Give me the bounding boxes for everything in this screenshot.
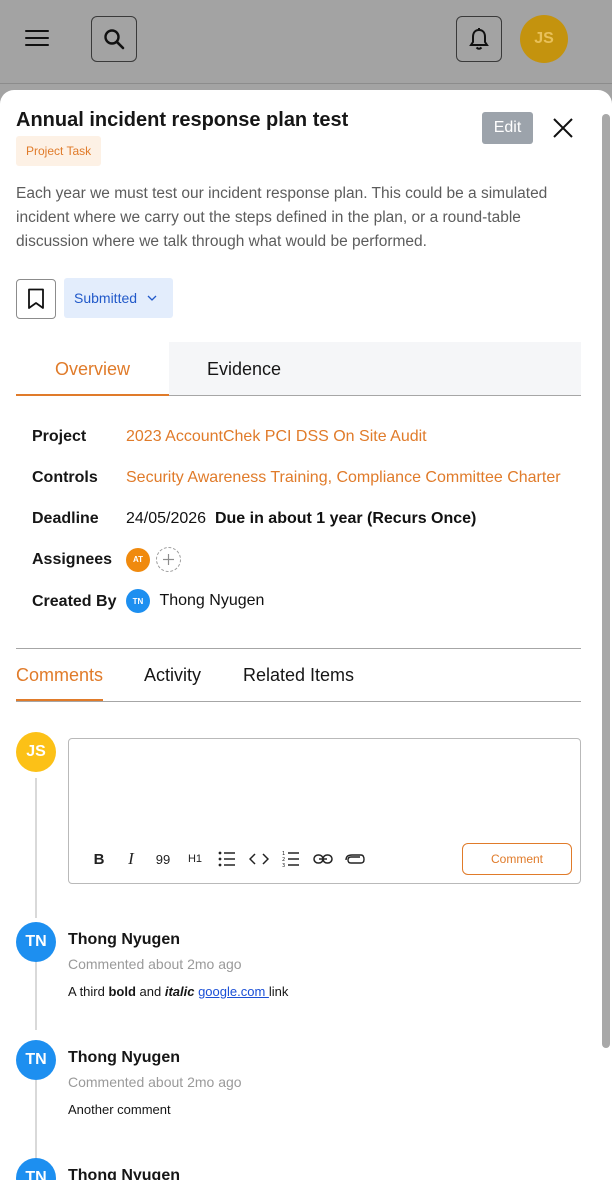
tab-overview[interactable]: Overview <box>16 342 169 396</box>
tab-activity[interactable]: Activity <box>144 649 201 701</box>
attach-button[interactable] <box>339 847 371 871</box>
comment-bold-text: bold <box>108 984 136 999</box>
italic-button[interactable]: I <box>115 847 147 871</box>
app-bar: JS <box>0 0 612 84</box>
deadline-label: Deadline <box>32 510 99 527</box>
comment-avatar: TN <box>16 1040 56 1080</box>
panel-scrollbar[interactable] <box>602 114 610 1048</box>
assignees-value: AT <box>126 547 182 572</box>
comment-italic-text: italic <box>164 984 195 999</box>
bell-icon <box>469 28 489 50</box>
deadline-date: 24/05/2026 <box>126 510 207 527</box>
code-icon <box>249 853 269 865</box>
bookmark-button[interactable] <box>16 279 56 319</box>
bullet-list-icon <box>218 851 235 867</box>
menu-icon[interactable] <box>25 30 49 48</box>
composer-avatar: JS <box>16 732 56 772</box>
tab-comments[interactable]: Comments <box>16 649 104 701</box>
main-tabs: Overview Evidence <box>16 342 581 396</box>
numbered-list-button[interactable]: 123 <box>275 847 307 871</box>
activity-tabs: Comments Activity Related Items <box>16 648 581 702</box>
project-link[interactable]: 2023 AccountChek PCI DSS On Site Audit <box>126 428 427 446</box>
paperclip-icon <box>345 854 365 864</box>
link-icon <box>313 854 333 864</box>
comment-avatar: TN <box>16 1158 56 1180</box>
creator-avatar: TN <box>126 589 150 613</box>
task-title: Annual incident response plan test <box>16 109 349 131</box>
plus-icon <box>163 554 175 565</box>
timeline-connector <box>35 1080 37 1160</box>
code-button[interactable] <box>243 847 275 871</box>
assignees-label: Assignees <box>32 551 113 568</box>
project-label: Project <box>32 428 87 445</box>
task-description: Each year we must test our incident resp… <box>16 185 548 250</box>
creator-value: TN Thong Nyugen <box>126 589 264 613</box>
comment-body: A third bold and italic google.com link <box>68 984 288 999</box>
controls-link[interactable]: Security Awareness Training, Compliance … <box>126 469 561 487</box>
search-icon <box>104 29 125 50</box>
user-avatar[interactable]: JS <box>520 15 568 63</box>
timeline-connector <box>35 960 37 1030</box>
comment-timestamp: Commented about 2mo ago <box>68 1074 242 1090</box>
comment-timestamp: Commented about 2mo ago <box>68 956 242 972</box>
search-button[interactable] <box>91 16 137 62</box>
editor-toolbar: B I 99 H1 123 <box>83 847 371 871</box>
close-button[interactable] <box>551 116 575 140</box>
comment-link[interactable]: google.com <box>198 984 269 999</box>
numbered-list-icon: 123 <box>282 851 299 868</box>
bookmark-icon <box>28 288 44 309</box>
comment-avatar: TN <box>16 922 56 962</box>
chevron-down-icon <box>147 295 157 301</box>
creator-name: Thong Nyugen <box>159 592 265 609</box>
task-type-badge: Project Task <box>16 136 102 166</box>
comment-author: Thong Nyugen <box>68 931 180 948</box>
add-assignee-button[interactable] <box>156 547 182 572</box>
heading-button[interactable]: H1 <box>179 847 211 871</box>
status-dropdown[interactable]: Submitted <box>64 278 173 318</box>
svg-text:3: 3 <box>282 863 285 868</box>
comment-author: Thong Nyugen <box>68 1049 180 1066</box>
notifications-button[interactable] <box>456 16 502 62</box>
deadline-value: 24/05/2026 Due in about 1 year (Recurs O… <box>126 510 476 528</box>
assignee-avatar[interactable]: AT <box>126 547 150 572</box>
created-by-label: Created By <box>32 593 117 610</box>
comment-text: A third <box>68 984 109 999</box>
comment-text: link <box>268 984 289 999</box>
close-icon <box>553 118 573 138</box>
comment-text: and <box>135 984 165 999</box>
bullet-list-button[interactable] <box>211 847 243 871</box>
edit-button[interactable]: Edit <box>482 112 533 144</box>
bold-button[interactable]: B <box>83 847 115 871</box>
quote-button[interactable]: 99 <box>147 847 179 871</box>
link-button[interactable] <box>307 847 339 871</box>
tab-related-items[interactable]: Related Items <box>243 649 354 701</box>
comment-author: Thong Nyugen <box>68 1167 180 1180</box>
timeline-connector <box>35 778 37 918</box>
status-label: Submitted <box>74 290 138 306</box>
comment-body: Another comment <box>68 1102 171 1117</box>
tab-evidence[interactable]: Evidence <box>169 342 319 396</box>
comment-editor[interactable]: B I 99 H1 123 Comment <box>68 738 581 884</box>
task-detail-panel: Annual incident response plan test Proje… <box>0 90 612 1180</box>
deadline-note: Due in about 1 year (Recurs Once) <box>214 510 477 527</box>
submit-comment-button[interactable]: Comment <box>462 843 572 875</box>
controls-label: Controls <box>32 469 98 486</box>
